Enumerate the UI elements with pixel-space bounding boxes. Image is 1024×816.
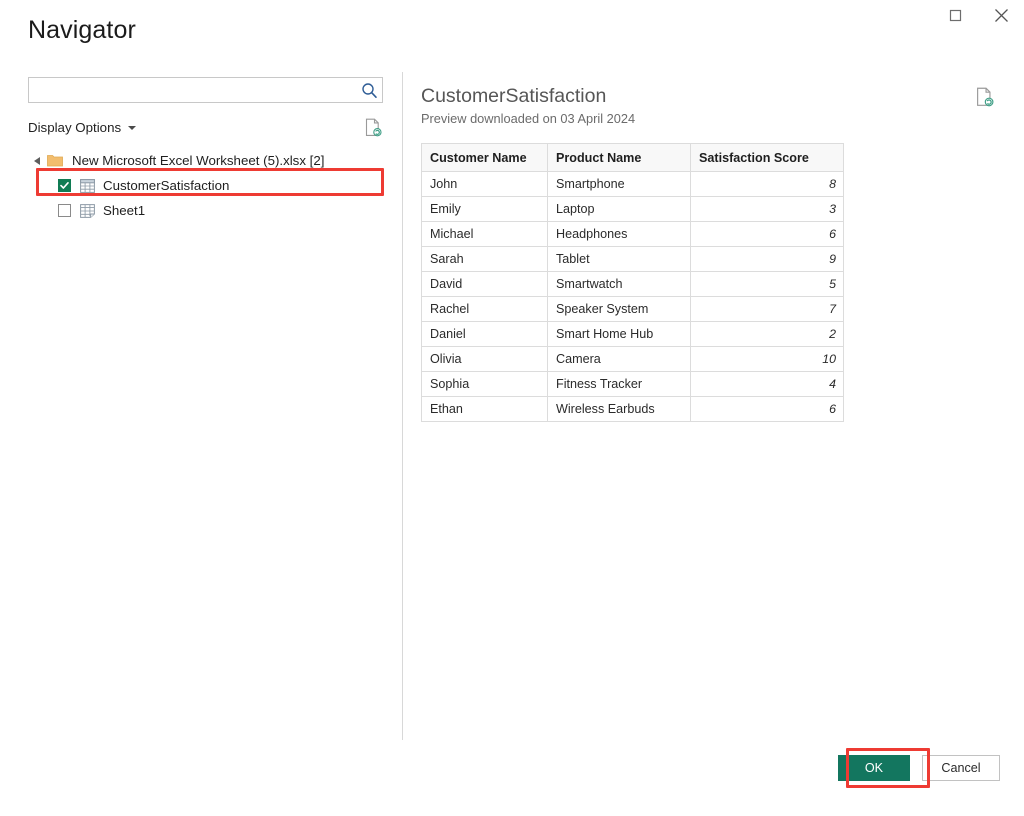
refresh-document-icon[interactable]	[363, 116, 383, 138]
tree-node-checkbox-unchecked[interactable]	[58, 204, 71, 217]
window-controls	[932, 0, 1024, 30]
checkmark-icon	[60, 182, 69, 189]
cell-customer-name: Sophia	[421, 371, 548, 397]
preview-subtitle: Preview downloaded on 03 April 2024	[421, 111, 636, 126]
tree-node-sheet1[interactable]: Sheet1	[28, 198, 388, 223]
cell-product-name: Tablet	[547, 246, 691, 272]
tree-node-sheet1-label: Sheet1	[103, 202, 146, 218]
cell-product-name: Wireless Earbuds	[547, 396, 691, 422]
table-row: Sophia Fitness Tracker 4	[421, 371, 844, 397]
cell-satisfaction-score: 9	[690, 246, 844, 272]
chevron-down-icon	[128, 126, 137, 130]
table-row: David Smartwatch 5	[421, 271, 844, 297]
cell-product-name: Smart Home Hub	[547, 321, 691, 347]
table-body: John Smartphone 8 Emily Laptop 3 Michael…	[421, 171, 844, 422]
table-header-row: Customer Name Product Name Satisfaction …	[421, 143, 844, 172]
preview-table: Customer Name Product Name Satisfaction …	[421, 143, 844, 422]
cell-product-name: Smartwatch	[547, 271, 691, 297]
cell-satisfaction-score: 6	[690, 396, 844, 422]
column-header-customer-name[interactable]: Customer Name	[421, 143, 548, 172]
cell-customer-name: Olivia	[421, 346, 548, 372]
worksheet-icon	[80, 203, 95, 218]
maximize-icon	[949, 9, 961, 21]
table-row: Sarah Tablet 9	[421, 246, 844, 272]
cell-product-name: Speaker System	[547, 296, 691, 322]
close-icon	[994, 8, 1008, 22]
tree-node-workbook-label: New Microsoft Excel Worksheet (5).xlsx […	[72, 152, 325, 168]
table-row: Emily Laptop 3	[421, 196, 844, 222]
preview-refresh-document-icon[interactable]	[974, 86, 996, 108]
tree-node-checkbox-checked[interactable]	[58, 179, 71, 192]
cell-customer-name: Emily	[421, 196, 548, 222]
display-options-button[interactable]: Display Options	[28, 119, 137, 135]
navigator-left-pane: Display Options New Microsoft Excel Work…	[0, 64, 402, 740]
ok-button[interactable]: OK	[838, 755, 910, 781]
table-row: Daniel Smart Home Hub 2	[421, 321, 844, 347]
table-row: Olivia Camera 10	[421, 346, 844, 372]
tree-node-customersatisfaction-label: CustomerSatisfaction	[103, 177, 230, 193]
cell-product-name: Camera	[547, 346, 691, 372]
cell-product-name: Headphones	[547, 221, 691, 247]
display-options-label: Display Options	[28, 119, 122, 135]
cell-satisfaction-score: 6	[690, 221, 844, 247]
cell-product-name: Smartphone	[547, 171, 691, 197]
cell-customer-name: John	[421, 171, 548, 197]
table-row: Ethan Wireless Earbuds 6	[421, 396, 844, 422]
cell-product-name: Fitness Tracker	[547, 371, 691, 397]
triangle-expanded-icon[interactable]	[34, 156, 40, 165]
cancel-button[interactable]: Cancel	[922, 755, 1000, 781]
cell-customer-name: Michael	[421, 221, 548, 247]
cell-customer-name: Rachel	[421, 296, 548, 322]
page-title: Navigator	[28, 16, 136, 44]
search-input[interactable]	[34, 78, 356, 102]
tree-node-customersatisfaction[interactable]: CustomerSatisfaction	[28, 173, 388, 198]
cell-satisfaction-score: 7	[690, 296, 844, 322]
column-header-satisfaction-score[interactable]: Satisfaction Score	[690, 143, 844, 172]
cell-satisfaction-score: 10	[690, 346, 844, 372]
cell-satisfaction-score: 5	[690, 271, 844, 297]
column-header-product-name[interactable]: Product Name	[547, 143, 691, 172]
cell-customer-name: David	[421, 271, 548, 297]
cell-satisfaction-score: 2	[690, 321, 844, 347]
cell-customer-name: Ethan	[421, 396, 548, 422]
source-tree: New Microsoft Excel Worksheet (5).xlsx […	[28, 148, 388, 223]
cell-satisfaction-score: 3	[690, 196, 844, 222]
folder-icon	[47, 155, 63, 167]
close-button[interactable]	[978, 0, 1024, 30]
search-box[interactable]	[28, 77, 383, 103]
dialog-footer: OK Cancel	[0, 740, 1024, 816]
tree-node-workbook[interactable]: New Microsoft Excel Worksheet (5).xlsx […	[28, 148, 388, 173]
cell-satisfaction-score: 4	[690, 371, 844, 397]
cell-product-name: Laptop	[547, 196, 691, 222]
display-options-row: Display Options	[28, 115, 383, 139]
footer-button-row: OK Cancel	[838, 755, 1000, 781]
cell-customer-name: Sarah	[421, 246, 548, 272]
table-row: Rachel Speaker System 7	[421, 296, 844, 322]
cell-satisfaction-score: 8	[690, 171, 844, 197]
table-row: Michael Headphones 6	[421, 221, 844, 247]
table-row: John Smartphone 8	[421, 171, 844, 197]
table-icon	[80, 178, 95, 193]
maximize-button[interactable]	[932, 0, 978, 30]
preview-pane: CustomerSatisfaction Preview downloaded …	[403, 64, 1024, 740]
preview-title: CustomerSatisfaction	[421, 85, 607, 107]
search-icon[interactable]	[356, 78, 382, 102]
cell-customer-name: Daniel	[421, 321, 548, 347]
